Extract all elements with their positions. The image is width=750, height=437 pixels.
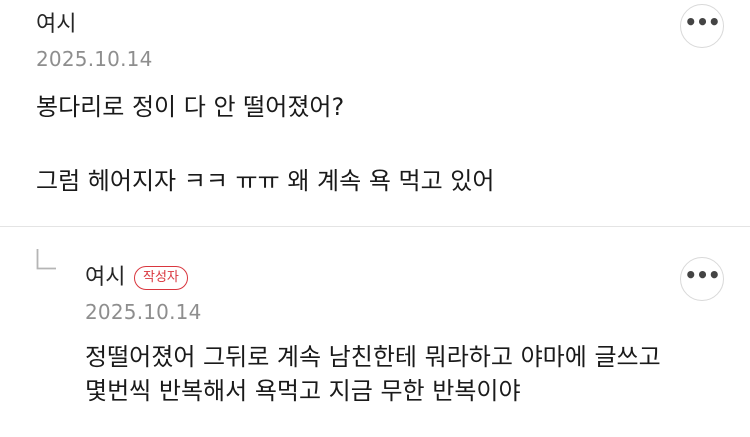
- comment-date: 2025.10.14: [85, 300, 202, 324]
- more-horizontal-icon: •••: [684, 263, 720, 287]
- more-options-button[interactable]: •••: [680, 4, 724, 48]
- author-badge: 작성자: [134, 266, 188, 290]
- comment-text-line: 그럼 헤어지자 ㅋㅋ ㅠㅠ 왜 계속 욕 먹고 있어: [36, 167, 495, 195]
- reply-arrow-icon: [36, 249, 56, 270]
- more-horizontal-icon: •••: [684, 10, 720, 34]
- comment-text-line: 몇번씩 반복해서 욕먹고 지금 무한 반복이야: [85, 377, 521, 405]
- comment-author[interactable]: 여시: [36, 12, 76, 38]
- more-options-button[interactable]: •••: [680, 257, 724, 301]
- comment-text-line: 봉다리로 정이 다 안 떨어졌어?: [36, 93, 345, 121]
- comment-date: 2025.10.14: [36, 47, 153, 71]
- comment: 여시 2025.10.14 ••• 봉다리로 정이 다 안 떨어졌어? 그럼 헤…: [0, 0, 750, 226]
- comment-text-line: 정떨어졌어 그뒤로 계속 남친한테 뭐라하고 야마에 글쓰고: [85, 343, 661, 371]
- comment-author[interactable]: 여시: [85, 265, 125, 291]
- reply-comment: 여시 작성자 2025.10.14 ••• 정떨어졌어 그뒤로 계속 남친한테 …: [0, 227, 750, 437]
